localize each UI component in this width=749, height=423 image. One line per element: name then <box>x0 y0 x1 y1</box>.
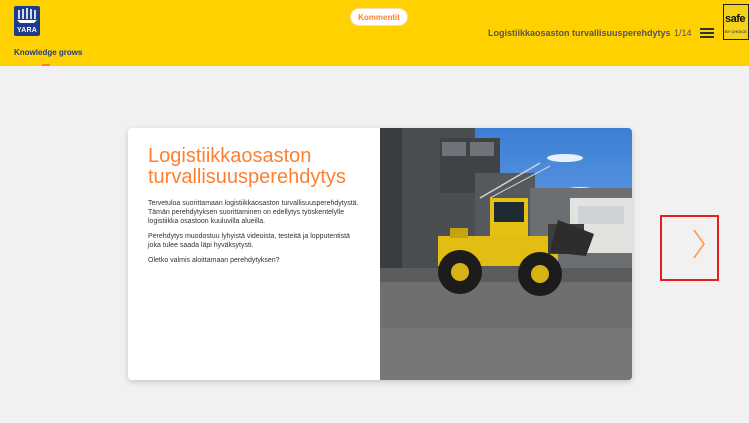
ship-icon <box>17 8 37 23</box>
comments-button[interactable]: Kommentit <box>350 8 408 26</box>
slide-paragraph-1: Tervetuloa suorittamaan logistiikkaosast… <box>148 200 359 225</box>
safe-by-choice-badge: safe BY CHOICE <box>723 4 749 40</box>
page-counter: 1/14 <box>674 28 692 38</box>
wheel-loader-photo <box>380 128 632 380</box>
header-bar: YARA Knowledge grows Kommentit Logistiik… <box>0 0 749 66</box>
slide-card: Logistiikkaosaston turvallisuusperehdyty… <box>128 128 632 380</box>
yara-logo[interactable]: YARA <box>14 6 40 36</box>
tagline: Knowledge grows <box>14 48 83 57</box>
badge-subtext: BY CHOICE <box>725 29 747 34</box>
hamburger-menu-icon[interactable] <box>700 28 714 39</box>
logo-text: YARA <box>17 27 37 34</box>
course-title: Logistiikkaosaston turvallisuusperehdyty… <box>488 28 671 38</box>
annotation-highlight <box>660 215 719 281</box>
slide-paragraph-3: Oletko valmis aloittamaan perehdytyksen? <box>148 257 280 264</box>
badge-text: safe <box>725 13 746 25</box>
slide-paragraph-2: Perehdytys muodostuu lyhyistä videoista,… <box>148 233 350 249</box>
slide-text-panel: Logistiikkaosaston turvallisuusperehdyty… <box>128 128 380 380</box>
slide-title: Logistiikkaosaston turvallisuusperehdyty… <box>148 145 346 188</box>
